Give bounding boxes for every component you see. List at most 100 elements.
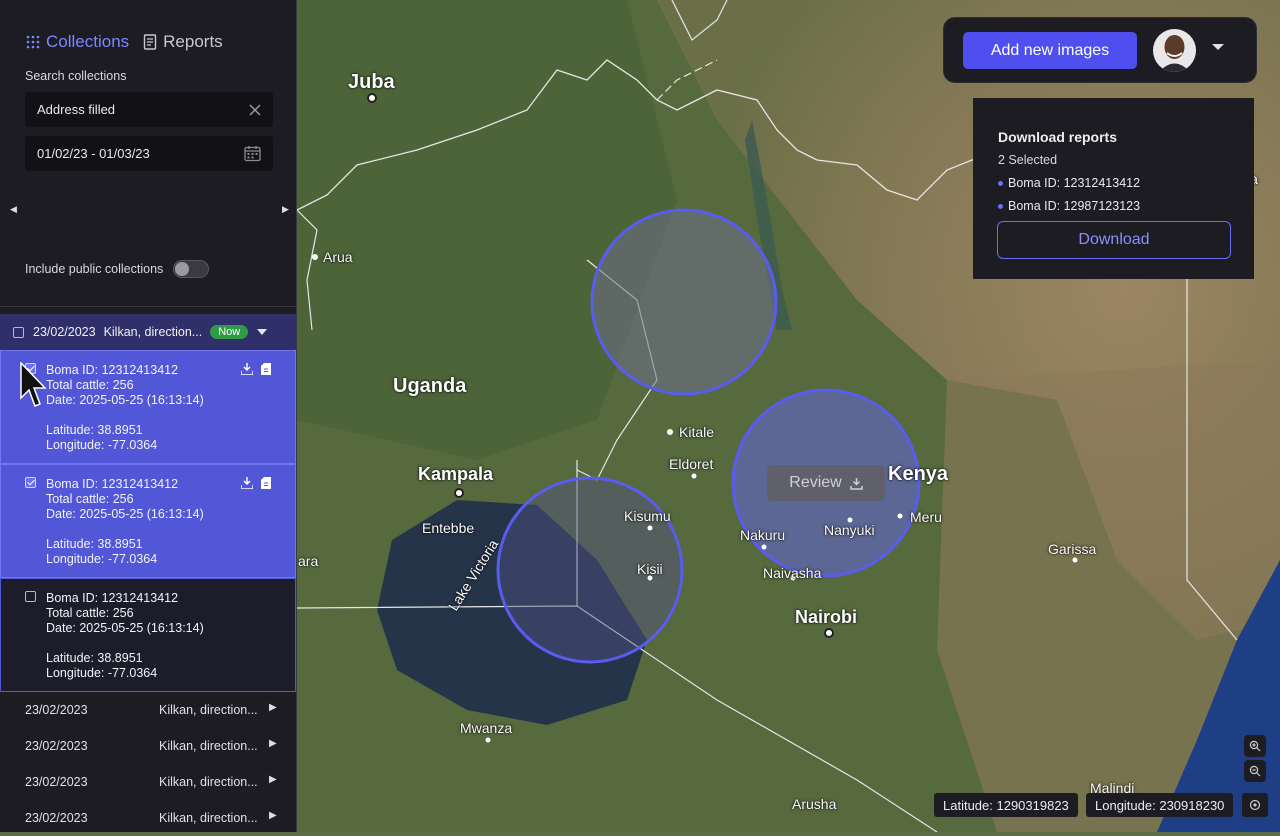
report-icon[interactable]	[261, 363, 271, 375]
row-location: Kilkan, direction...	[159, 775, 258, 789]
city-naivasha: Naivasha	[763, 565, 822, 581]
download-icon[interactable]	[241, 477, 253, 489]
avatar[interactable]	[1153, 29, 1196, 72]
latitude-readout: Latitude: 1290319823	[934, 793, 1078, 817]
boma-id: Boma ID: 12312413412	[46, 477, 179, 491]
date-range-field[interactable]: 01/02/23 - 01/03/23	[25, 136, 273, 171]
zoom-out-icon	[1249, 765, 1261, 777]
longitude-readout: Longitude: 230918230	[1086, 793, 1234, 817]
report-icon[interactable]	[261, 477, 271, 489]
city-nairobi: Nairobi	[795, 607, 858, 627]
download-reports-panel: Download reports 2 Selected Boma ID: 123…	[973, 98, 1254, 279]
collection-row[interactable]: 23/02/2023 Kilkan, direction... ▶	[0, 800, 296, 836]
boma-date: Date: 2025-05-25 (16:13:14)	[46, 621, 204, 635]
row-location: Kilkan, direction...	[159, 811, 258, 825]
locate-button[interactable]	[1242, 793, 1268, 817]
document-icon	[143, 34, 157, 50]
chevron-down-icon[interactable]	[257, 329, 268, 335]
row-location: Kilkan, direction...	[159, 739, 258, 753]
row-date: 23/02/2023	[25, 703, 88, 717]
selected-count: 2 Selected	[998, 153, 1058, 167]
selected-item: Boma ID: 12312413412	[998, 176, 1140, 190]
city-kenya: Kenya	[888, 463, 949, 485]
city-kisii: Kisii	[637, 561, 663, 577]
boma-latitude: Latitude: 38.8951	[46, 423, 143, 437]
collection-row[interactable]: 23/02/2023 Kilkan, direction... ▶	[0, 728, 296, 764]
account-menu-caret-icon[interactable]	[1212, 44, 1224, 50]
horizontal-scrollbar[interactable]: ◀ ▶	[0, 204, 296, 218]
chevron-right-icon[interactable]: ▶	[269, 702, 277, 713]
grid-icon	[26, 35, 40, 49]
boma-checkbox[interactable]	[25, 591, 36, 602]
collection-row[interactable]: 23/02/2023 Kilkan, direction... ▶	[0, 692, 296, 728]
row-date: 23/02/2023	[25, 775, 88, 789]
scroll-left-icon[interactable]: ◀	[10, 204, 17, 215]
boma-id: Boma ID: 12312413412	[46, 591, 179, 605]
city-nanyuki: Nanyuki	[824, 522, 875, 538]
group-location: Kilkan, direction...	[103, 325, 203, 339]
download-button[interactable]: Download	[997, 221, 1231, 259]
zoom-out-button[interactable]	[1244, 760, 1266, 782]
boma-card[interactable]: Boma ID: 12312413412 Total cattle: 256 D…	[0, 578, 296, 692]
city-eldoret: Eldoret	[669, 456, 714, 472]
add-new-images-button[interactable]: Add new images	[963, 32, 1137, 69]
review-label: Review	[789, 474, 842, 491]
boma-latitude: Latitude: 38.8951	[46, 651, 143, 665]
download-panel-title: Download reports	[998, 129, 1118, 145]
chevron-right-icon[interactable]: ▶	[269, 738, 277, 749]
status-badge: Now	[210, 325, 249, 339]
city-meru: Meru	[910, 509, 942, 525]
collection-row[interactable]: 23/02/2023 Kilkan, direction... ▶	[0, 764, 296, 800]
sidebar: Collections Reports Search collections A…	[0, 0, 297, 832]
bullet-icon	[998, 180, 1003, 186]
row-location: Kilkan, direction...	[159, 703, 258, 717]
boma-latitude: Latitude: 38.8951	[46, 537, 143, 551]
chevron-right-icon[interactable]: ▶	[269, 810, 277, 821]
boma-cattle: Total cattle: 256	[46, 492, 134, 506]
boma-checkbox[interactable]	[25, 477, 36, 488]
boma-cattle: Total cattle: 256	[46, 606, 134, 620]
city-mwanza: Mwanza	[460, 720, 513, 736]
city-arusha: Arusha	[792, 796, 837, 812]
city-juba: Juba	[348, 71, 395, 93]
zoom-in-button[interactable]	[1244, 735, 1266, 757]
download-icon[interactable]	[241, 363, 253, 375]
city-uganda: Uganda	[393, 375, 467, 397]
city-entebbe: Entebbe	[422, 520, 475, 536]
clear-icon[interactable]	[249, 103, 261, 116]
review-button[interactable]: Review	[767, 465, 885, 501]
city-kisumu: Kisumu	[624, 508, 671, 524]
top-toolbar: Add new images	[943, 17, 1257, 83]
download-icon	[849, 477, 863, 490]
chevron-right-icon[interactable]: ▶	[269, 774, 277, 785]
mouse-cursor-icon	[20, 362, 47, 407]
city-kampala: Kampala	[418, 464, 494, 484]
date-range-value: 01/02/23 - 01/03/23	[37, 146, 150, 161]
boma-longitude: Longitude: -77.0364	[46, 438, 158, 452]
tab-reports[interactable]: Reports	[143, 32, 223, 52]
search-label: Search collections	[25, 69, 127, 83]
public-collections-toggle[interactable]	[173, 260, 210, 278]
selected-item: Boma ID: 12987123123	[998, 199, 1140, 213]
calendar-icon[interactable]	[244, 145, 261, 162]
label-edge-ara: ara	[298, 553, 319, 569]
tab-collections-label: Collections	[46, 32, 130, 51]
boma-cattle: Total cattle: 256	[46, 378, 134, 392]
locate-icon	[1249, 799, 1261, 811]
address-field-value: Address filled	[37, 102, 116, 117]
city-garissa: Garissa	[1048, 541, 1097, 557]
group-checkbox[interactable]	[13, 326, 24, 338]
bullet-icon	[998, 203, 1003, 209]
selected-item-label: Boma ID: 12987123123	[1008, 199, 1141, 213]
boma-card[interactable]: Boma ID: 12312413412 Total cattle: 256 D…	[0, 464, 296, 578]
row-date: 23/02/2023	[25, 811, 88, 825]
city-kitale: Kitale	[679, 424, 715, 440]
scroll-right-icon[interactable]: ▶	[282, 204, 289, 215]
collection-group-header[interactable]: 23/02/2023 Kilkan, direction... Now	[0, 314, 296, 350]
boma-date: Date: 2025-05-25 (16:13:14)	[46, 393, 204, 407]
row-date: 23/02/2023	[25, 739, 88, 753]
zoom-in-icon	[1249, 740, 1261, 752]
boma-longitude: Longitude: -77.0364	[46, 666, 158, 680]
address-field[interactable]: Address filled	[25, 92, 273, 127]
tab-collections[interactable]: Collections	[26, 32, 129, 52]
